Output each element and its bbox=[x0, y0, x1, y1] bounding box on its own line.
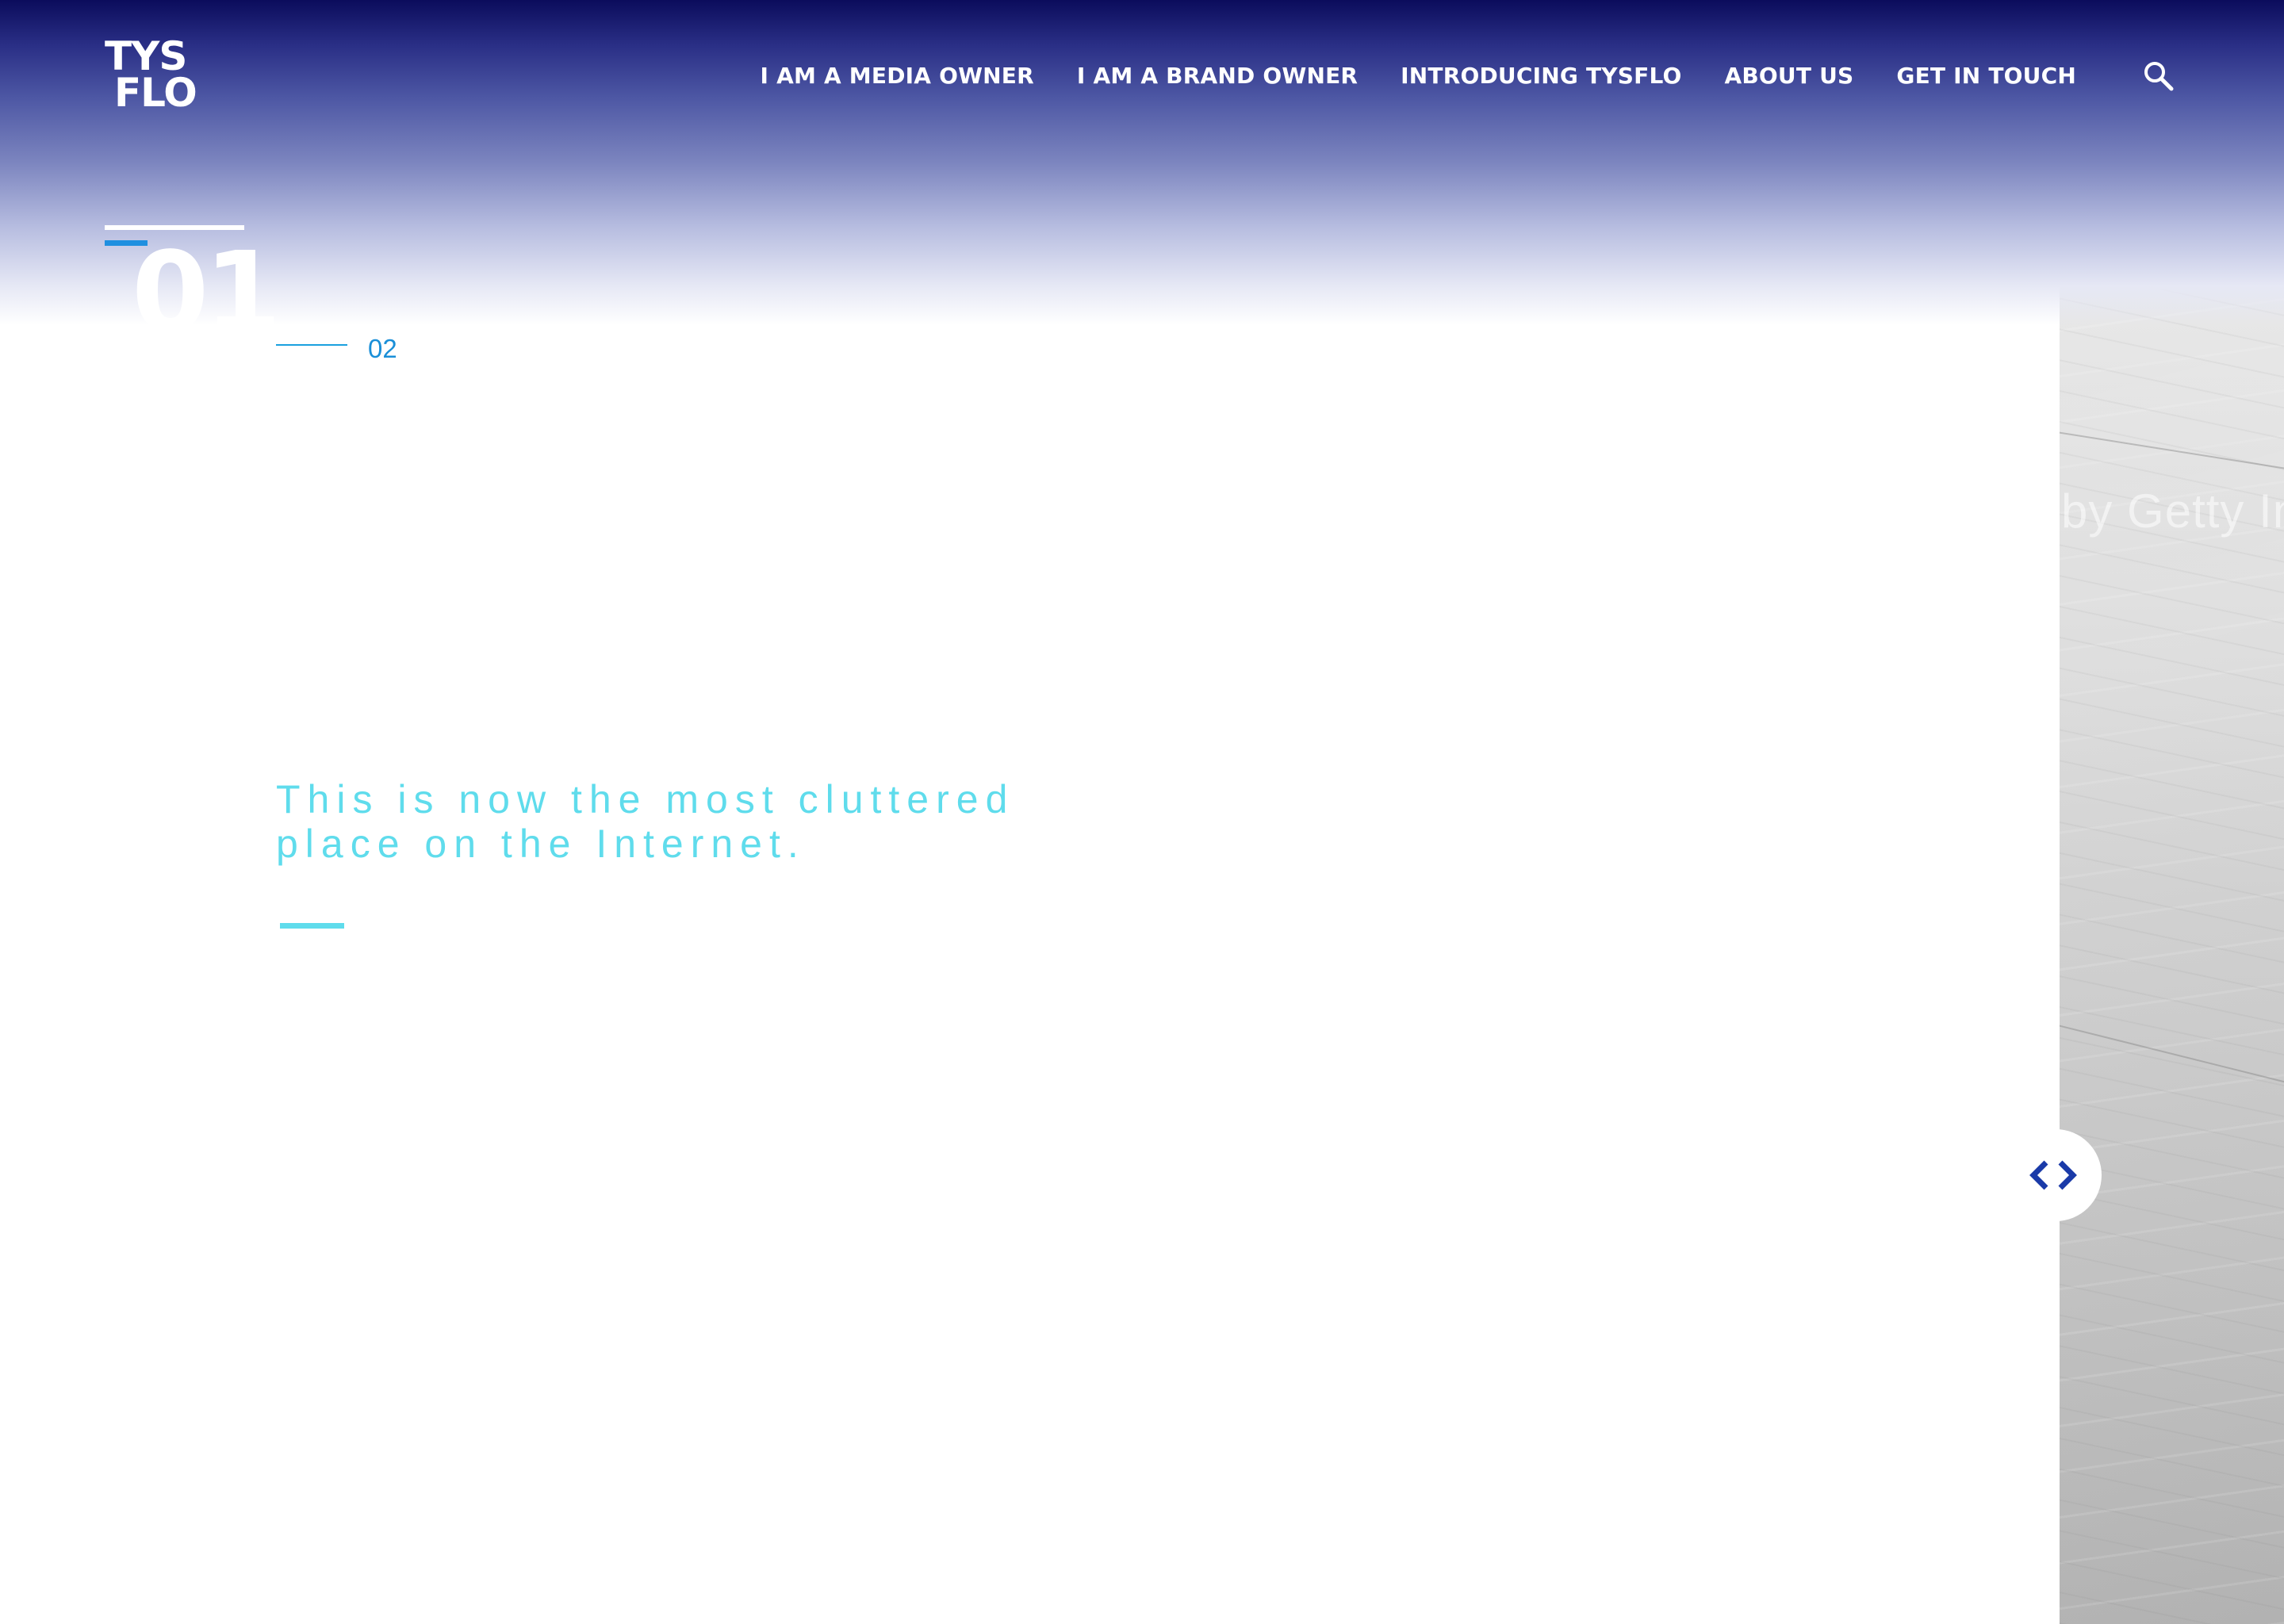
image-watermark: by Getty Im bbox=[2061, 485, 2284, 538]
page: by Getty Im TYS FLO I AM A MEDIA OWNER I… bbox=[0, 0, 2284, 1624]
chevron-right-icon bbox=[2058, 1160, 2077, 1190]
nav-item-brand-owner[interactable]: I AM A BRAND OWNER bbox=[1077, 63, 1358, 89]
current-slide-number: 01 bbox=[132, 228, 282, 358]
logo-line-2: FLO bbox=[114, 70, 197, 116]
nav-item-introducing-tysflo[interactable]: INTRODUCING TYSFLO bbox=[1401, 63, 1681, 89]
nav-item-get-in-touch[interactable]: GET IN TOUCH bbox=[1896, 63, 2076, 89]
next-slide-number[interactable]: 02 bbox=[368, 334, 397, 364]
site-header: TYS FLO I AM A MEDIA OWNER I AM A BRAND … bbox=[0, 0, 2284, 151]
next-slide-line bbox=[276, 344, 347, 346]
nav-item-media-owner[interactable]: I AM A MEDIA OWNER bbox=[761, 63, 1034, 89]
search-button[interactable] bbox=[2143, 60, 2175, 92]
nav-item-about-us[interactable]: ABOUT US bbox=[1725, 63, 1854, 89]
next-slide-button[interactable] bbox=[2051, 1159, 2083, 1191]
search-icon bbox=[2144, 62, 2174, 91]
logo[interactable]: TYS FLO bbox=[105, 36, 197, 117]
main-nav: I AM A MEDIA OWNER I AM A BRAND OWNER IN… bbox=[718, 0, 2284, 151]
slider-arrows bbox=[2010, 1129, 2102, 1221]
hero-headline: This is now the most cluttered place on … bbox=[276, 777, 1015, 866]
headline-underline bbox=[280, 923, 344, 929]
